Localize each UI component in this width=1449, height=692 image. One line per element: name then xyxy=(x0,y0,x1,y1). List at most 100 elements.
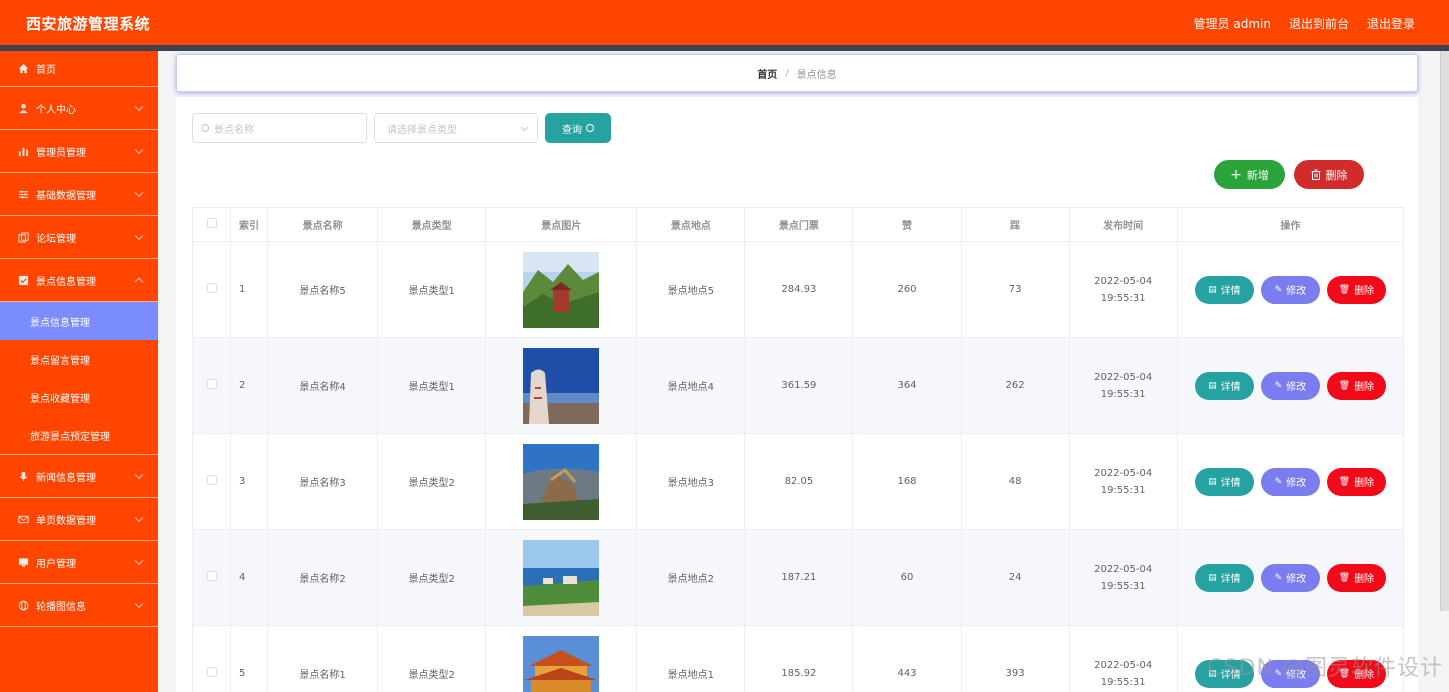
search-icon xyxy=(201,124,209,132)
sidebar-item-basic-data[interactable]: 基础数据管理 xyxy=(0,173,158,216)
pencil-icon: ✎ xyxy=(1274,572,1283,583)
sidebar-item-home[interactable]: 首页 xyxy=(0,51,158,87)
scenic-image-cell xyxy=(485,241,638,338)
sidebar-subitem-scenic-messages[interactable]: 景点留言管理 xyxy=(0,340,158,378)
scenic-image-cell xyxy=(485,625,638,692)
column-header: 发布时间 xyxy=(1068,207,1178,242)
edit-label: 修改 xyxy=(1286,286,1307,297)
chevron-down-icon xyxy=(520,123,529,132)
scenic-name: 景点名称5 xyxy=(267,241,379,338)
chevron-down-icon xyxy=(134,188,144,198)
logout-link[interactable]: 退出登录 xyxy=(1367,15,1415,32)
scenic-likes: 260 xyxy=(852,241,962,338)
query-button[interactable]: 查询 xyxy=(545,113,611,143)
table-row: 1 景点名称5 景点类型1 景点地点5 284.93 260 73 2022-0… xyxy=(191,241,1405,338)
pencil-icon: ✎ xyxy=(1274,380,1283,391)
trash-icon xyxy=(1311,169,1320,180)
row-select-cell[interactable] xyxy=(191,529,232,626)
sidebar-item-admin-management[interactable]: 管理员管理 xyxy=(0,130,158,173)
row-actions: ▤ 详情 ✎ 修改 🗑 删除 xyxy=(1176,529,1405,626)
admin-user-label[interactable]: 管理员 admin xyxy=(1194,15,1271,32)
sidebar-item-news[interactable]: 新闻信息管理 xyxy=(0,455,158,498)
detail-button[interactable]: ▤ 详情 xyxy=(1194,563,1254,592)
column-header: 景点地点 xyxy=(636,207,746,242)
table-row: 4 景点名称2 景点类型2 景点地点2 187.21 60 24 2022-05… xyxy=(191,529,1405,626)
plus-icon: + xyxy=(1230,166,1242,183)
delete-button[interactable]: 🗑 删除 xyxy=(1326,467,1386,496)
batch-delete-button[interactable]: 删除 xyxy=(1294,160,1364,189)
row-checkbox[interactable] xyxy=(206,571,217,581)
select-all-cell[interactable] xyxy=(191,207,232,242)
scenic-likes: 168 xyxy=(852,433,962,530)
edit-button[interactable]: ✎ 修改 xyxy=(1260,563,1320,592)
scenic-image xyxy=(523,539,600,616)
chevron-up-icon xyxy=(134,277,144,287)
breadcrumb-home[interactable]: 首页 xyxy=(757,66,777,81)
delete-label: 删除 xyxy=(1354,382,1375,393)
scenic-image xyxy=(523,251,600,328)
select-all-checkbox[interactable] xyxy=(206,218,217,228)
delete-button[interactable]: 🗑 删除 xyxy=(1326,275,1386,304)
publish-time: 2022-05-04 19:55:31 xyxy=(1068,625,1178,692)
scenic-ticket: 361.59 xyxy=(744,337,854,434)
scenic-likes: 60 xyxy=(852,529,962,626)
sidebar-item-label: 基础数据管理 xyxy=(36,190,96,202)
add-button[interactable]: + 新增 xyxy=(1214,160,1285,189)
detail-button[interactable]: ▤ 详情 xyxy=(1194,371,1254,400)
edit-button[interactable]: ✎ 修改 xyxy=(1260,275,1320,304)
scenic-place: 景点地点3 xyxy=(636,433,746,530)
chevron-down-icon xyxy=(134,599,144,609)
scenic-likes: 443 xyxy=(852,625,962,692)
column-header: 索引 xyxy=(230,207,269,242)
detail-button[interactable]: ▤ 详情 xyxy=(1194,467,1254,496)
sidebar-item-forum[interactable]: 论坛管理 xyxy=(0,216,158,259)
page-scrollbar[interactable] xyxy=(1440,51,1449,611)
detail-label: 详情 xyxy=(1220,574,1241,585)
row-checkbox[interactable] xyxy=(206,475,217,485)
scenic-name-search-input[interactable]: 景点名称 xyxy=(192,113,367,143)
edit-button[interactable]: ✎ 修改 xyxy=(1260,467,1320,496)
sidebar-item-carousel[interactable]: 轮播图信息 xyxy=(0,584,158,627)
delete-label: 删除 xyxy=(1354,286,1375,297)
header-actions: 管理员 admin 退出到前台 退出登录 xyxy=(1194,15,1415,32)
breadcrumb-current: 景点信息 xyxy=(796,69,837,81)
row-select-cell[interactable] xyxy=(191,625,232,692)
table-row: 3 景点名称3 景点类型2 景点地点3 82.05 168 48 2022-05… xyxy=(191,433,1405,530)
publish-time: 2022-05-04 19:55:31 xyxy=(1068,337,1178,434)
back-to-front-link[interactable]: 退出到前台 xyxy=(1289,15,1349,32)
pencil-icon: ✎ xyxy=(1274,284,1283,295)
scenic-dislikes: 262 xyxy=(960,337,1070,434)
edit-label: 修改 xyxy=(1286,478,1307,489)
scenic-image xyxy=(523,347,600,424)
copy-icon xyxy=(18,231,29,243)
sidebar-subitem-booking[interactable]: 旅游景点预定管理 xyxy=(0,416,158,454)
row-select-cell[interactable] xyxy=(191,241,232,338)
mail-icon xyxy=(18,515,29,523)
row-checkbox[interactable] xyxy=(206,379,217,389)
row-select-cell[interactable] xyxy=(191,433,232,530)
scenic-type-select[interactable]: 请选择景点类型 xyxy=(374,113,538,143)
sidebar: 首页 个人中心 管理员管理 基础数据管理 论坛管理 景点信息管理 景点信息管理 … xyxy=(0,51,158,692)
sidebar-subitem-scenic-info[interactable]: 景点信息管理 xyxy=(0,302,158,340)
edit-button[interactable]: ✎ 修改 xyxy=(1260,371,1320,400)
row-select-cell[interactable] xyxy=(191,337,232,434)
scenic-ticket: 187.21 xyxy=(744,529,854,626)
sidebar-subitem-scenic-favorites[interactable]: 景点收藏管理 xyxy=(0,378,158,416)
row-checkbox[interactable] xyxy=(206,667,217,677)
publish-time: 2022-05-04 19:55:31 xyxy=(1068,433,1178,530)
scenic-ticket: 284.93 xyxy=(744,241,854,338)
sidebar-item-single-page[interactable]: 单页数据管理 xyxy=(0,498,158,541)
row-checkbox[interactable] xyxy=(206,283,217,293)
delete-button[interactable]: 🗑 删除 xyxy=(1326,563,1386,592)
table-row: 2 景点名称4 景点类型1 景点地点4 361.59 364 262 2022-… xyxy=(191,337,1405,434)
sidebar-item-label: 新闻信息管理 xyxy=(36,472,96,484)
scenic-dislikes: 24 xyxy=(960,529,1070,626)
sidebar-item-users[interactable]: 用户管理 xyxy=(0,541,158,584)
detail-label: 详情 xyxy=(1220,382,1241,393)
scenic-place: 景点地点4 xyxy=(636,337,746,434)
detail-button[interactable]: ▤ 详情 xyxy=(1194,275,1254,304)
sidebar-item-personal-center[interactable]: 个人中心 xyxy=(0,87,158,130)
sidebar-item-scenic-info[interactable]: 景点信息管理 xyxy=(0,259,158,302)
delete-button[interactable]: 🗑 删除 xyxy=(1326,371,1386,400)
edit-label: 修改 xyxy=(1286,382,1307,393)
